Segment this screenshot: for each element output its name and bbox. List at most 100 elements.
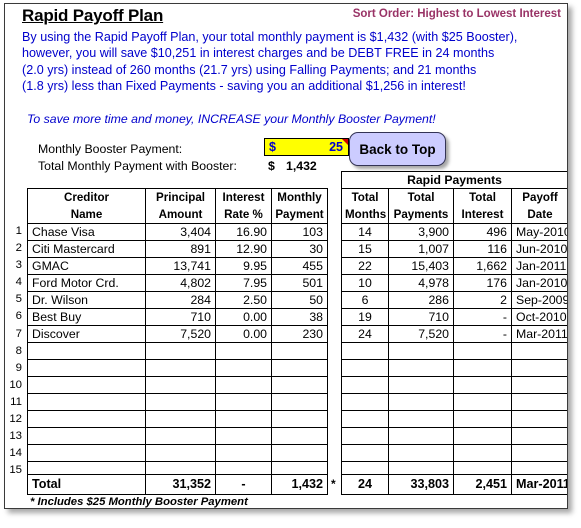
table-cell[interactable]: 30 bbox=[271, 240, 328, 258]
table-cell[interactable] bbox=[145, 342, 216, 360]
table-cell[interactable] bbox=[271, 359, 328, 377]
table-cell[interactable] bbox=[388, 376, 454, 394]
table-cell[interactable] bbox=[511, 376, 567, 394]
table-cell[interactable] bbox=[453, 410, 512, 428]
table-row[interactable] bbox=[341, 427, 567, 445]
table-row[interactable]: Ford Motor Crd. 4,802 7.95 501 bbox=[27, 274, 328, 292]
table-cell[interactable] bbox=[341, 376, 389, 394]
back-to-top-button[interactable]: Back to Top bbox=[349, 132, 446, 166]
table-cell[interactable] bbox=[271, 342, 328, 360]
table-cell[interactable] bbox=[27, 393, 146, 411]
table-cell[interactable] bbox=[511, 444, 567, 462]
table-cell[interactable]: 9.95 bbox=[215, 257, 272, 275]
table-cell[interactable] bbox=[388, 427, 454, 445]
table-cell[interactable] bbox=[341, 410, 389, 428]
table-cell[interactable]: Jan-2010 bbox=[511, 274, 567, 292]
table-row[interactable]: Dr. Wilson 284 2.50 50 bbox=[27, 291, 328, 309]
table-cell[interactable]: 14 bbox=[341, 223, 389, 241]
table-cell[interactable]: 455 bbox=[271, 257, 328, 275]
table-cell[interactable]: 24 bbox=[341, 325, 389, 343]
table-cell[interactable] bbox=[271, 427, 328, 445]
table-row[interactable]: 22 15,403 1,662 Jan-2011 bbox=[341, 257, 567, 275]
table-cell[interactable]: Jan-2011 bbox=[511, 257, 567, 275]
table-cell[interactable] bbox=[341, 342, 389, 360]
table-cell[interactable]: 15,403 bbox=[388, 257, 454, 275]
table-cell[interactable] bbox=[388, 359, 454, 377]
table-cell[interactable]: 7,520 bbox=[388, 325, 454, 343]
table-row[interactable] bbox=[341, 342, 567, 360]
table-cell[interactable]: 710 bbox=[388, 308, 454, 326]
table-cell[interactable]: 2,451 bbox=[453, 474, 512, 495]
table-cell[interactable] bbox=[271, 444, 328, 462]
table-row[interactable]: 24 33,803 2,451 Mar-2011 bbox=[341, 474, 567, 495]
table-cell[interactable]: 10 bbox=[341, 274, 389, 292]
table-cell[interactable]: 1,007 bbox=[388, 240, 454, 258]
table-cell[interactable]: Citi Mastercard bbox=[27, 240, 146, 258]
table-cell[interactable] bbox=[27, 444, 146, 462]
table-row[interactable]: Best Buy 710 0.00 38 bbox=[27, 308, 328, 326]
table-cell[interactable] bbox=[215, 393, 272, 411]
table-cell[interactable] bbox=[341, 444, 389, 462]
table-cell[interactable]: Sep-2009 bbox=[511, 291, 567, 309]
table-cell[interactable] bbox=[215, 376, 272, 394]
table-cell[interactable] bbox=[341, 359, 389, 377]
table-cell[interactable]: 0.00 bbox=[215, 325, 272, 343]
table-cell[interactable]: 31,352 bbox=[145, 474, 216, 495]
table-cell[interactable]: 891 bbox=[145, 240, 216, 258]
table-cell[interactable]: Jun-2010 bbox=[511, 240, 567, 258]
table-cell[interactable]: 103 bbox=[271, 223, 328, 241]
table-row[interactable] bbox=[341, 444, 567, 462]
table-cell[interactable]: 7,520 bbox=[145, 325, 216, 343]
table-cell[interactable]: - bbox=[215, 474, 272, 495]
table-cell[interactable]: Mar-2011 bbox=[511, 474, 567, 495]
table-row[interactable] bbox=[341, 393, 567, 411]
table-cell[interactable]: - bbox=[453, 325, 512, 343]
table-cell[interactable] bbox=[27, 342, 146, 360]
table-cell[interactable]: 710 bbox=[145, 308, 216, 326]
table-cell[interactable]: Dr. Wilson bbox=[27, 291, 146, 309]
table-cell[interactable]: Chase Visa bbox=[27, 223, 146, 241]
table-cell[interactable]: Best Buy bbox=[27, 308, 146, 326]
table-cell[interactable]: 286 bbox=[388, 291, 454, 309]
table-cell[interactable] bbox=[453, 376, 512, 394]
table-cell[interactable] bbox=[511, 342, 567, 360]
table-cell[interactable] bbox=[453, 342, 512, 360]
table-cell[interactable] bbox=[27, 427, 146, 445]
table-cell[interactable] bbox=[388, 393, 454, 411]
table-row[interactable]: Total 31,352-1,432 bbox=[27, 474, 328, 495]
table-row[interactable]: 14 3,900 496 May-2010 bbox=[341, 223, 567, 241]
table-cell[interactable]: GMAC bbox=[27, 257, 146, 275]
table-cell[interactable] bbox=[27, 410, 146, 428]
table-row[interactable]: 24 7,520- Mar-2011 bbox=[341, 325, 567, 343]
table-row[interactable]: 15 1,007 116 Jun-2010 bbox=[341, 240, 567, 258]
table-cell[interactable] bbox=[215, 359, 272, 377]
table-cell[interactable] bbox=[271, 393, 328, 411]
table-cell[interactable]: 6 bbox=[341, 291, 389, 309]
table-cell[interactable]: 2 bbox=[453, 291, 512, 309]
table-cell[interactable]: 3,900 bbox=[388, 223, 454, 241]
table-cell[interactable] bbox=[388, 342, 454, 360]
table-cell[interactable]: - bbox=[453, 308, 512, 326]
table-cell[interactable]: 4,802 bbox=[145, 274, 216, 292]
table-row[interactable] bbox=[27, 376, 328, 394]
table-cell[interactable] bbox=[511, 359, 567, 377]
table-cell[interactable] bbox=[341, 393, 389, 411]
table-cell[interactable]: 230 bbox=[271, 325, 328, 343]
table-row[interactable]: Discover 7,520 0.00 230 bbox=[27, 325, 328, 343]
table-cell[interactable] bbox=[388, 410, 454, 428]
table-cell[interactable]: 1,432 bbox=[271, 474, 328, 495]
table-cell[interactable]: 15 bbox=[341, 240, 389, 258]
table-cell[interactable] bbox=[27, 376, 146, 394]
table-cell[interactable]: 1,662 bbox=[453, 257, 512, 275]
table-cell[interactable]: Ford Motor Crd. bbox=[27, 274, 146, 292]
table-cell[interactable] bbox=[511, 427, 567, 445]
table-row[interactable] bbox=[27, 427, 328, 445]
table-cell[interactable] bbox=[215, 444, 272, 462]
table-cell[interactable] bbox=[453, 393, 512, 411]
table-cell[interactable] bbox=[453, 427, 512, 445]
table-cell[interactable]: May-2010 bbox=[511, 223, 567, 241]
table-cell[interactable] bbox=[145, 393, 216, 411]
table-cell[interactable] bbox=[511, 393, 567, 411]
table-cell[interactable] bbox=[453, 444, 512, 462]
table-cell[interactable]: 33,803 bbox=[388, 474, 454, 495]
